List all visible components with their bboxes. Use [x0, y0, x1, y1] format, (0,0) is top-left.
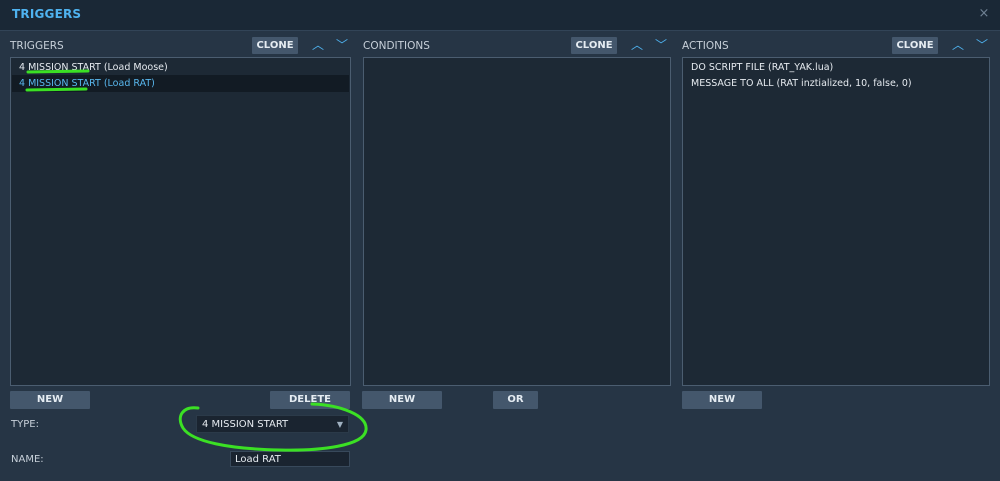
action-item-do-script-file[interactable]: DO SCRIPT FILE (RAT_YAK.lua)	[684, 59, 988, 76]
chevron-down-icon: ▼	[336, 420, 343, 429]
name-input[interactable]: Load RAT	[230, 451, 350, 467]
triggers-clone-button[interactable]: CLONE	[252, 37, 298, 54]
triggers-delete-button[interactable]: DELETE	[270, 391, 350, 409]
actions-list[interactable]: DO SCRIPT FILE (RAT_YAK.lua) MESSAGE TO …	[682, 57, 990, 386]
actions-move-up-icon[interactable]: ︿	[951, 37, 965, 53]
type-select[interactable]: 4 MISSION START ▼	[196, 415, 349, 433]
conditions-list[interactable]	[363, 57, 671, 386]
actions-clone-button[interactable]: CLONE	[892, 37, 938, 54]
close-icon[interactable]: ×	[976, 6, 992, 22]
actions-header: ACTIONS	[682, 40, 729, 52]
conditions-move-down-icon[interactable]: ﹀	[654, 37, 668, 53]
triggers-move-down-icon[interactable]: ﹀	[335, 37, 349, 53]
triggers-list[interactable]: 4 MISSION START (Load Moose) 4 MISSION S…	[10, 57, 351, 386]
triggers-window: TRIGGERS × TRIGGERS CLONE ︿ ﹀ 4 MISSION …	[0, 0, 1000, 481]
conditions-or-button[interactable]: OR	[493, 391, 538, 409]
name-label: NAME:	[11, 454, 44, 465]
window-title: TRIGGERS	[12, 7, 82, 21]
conditions-move-up-icon[interactable]: ︿	[630, 37, 644, 53]
title-bar[interactable]: TRIGGERS ×	[0, 0, 1000, 31]
triggers-header: TRIGGERS	[10, 40, 64, 52]
trigger-item-load-moose[interactable]: 4 MISSION START (Load Moose)	[12, 59, 349, 76]
actions-new-button[interactable]: NEW	[682, 391, 762, 409]
type-label: TYPE:	[11, 419, 39, 430]
action-item-message-to-all[interactable]: MESSAGE TO ALL (RAT inztialized, 10, fal…	[684, 75, 988, 92]
conditions-clone-button[interactable]: CLONE	[571, 37, 617, 54]
actions-move-down-icon[interactable]: ﹀	[975, 37, 989, 53]
conditions-header: CONDITIONS	[363, 40, 430, 52]
type-select-value: 4 MISSION START	[202, 419, 289, 430]
triggers-new-button[interactable]: NEW	[10, 391, 90, 409]
conditions-new-button[interactable]: NEW	[362, 391, 442, 409]
trigger-item-load-rat[interactable]: 4 MISSION START (Load RAT)	[12, 75, 349, 92]
triggers-move-up-icon[interactable]: ︿	[311, 37, 325, 53]
